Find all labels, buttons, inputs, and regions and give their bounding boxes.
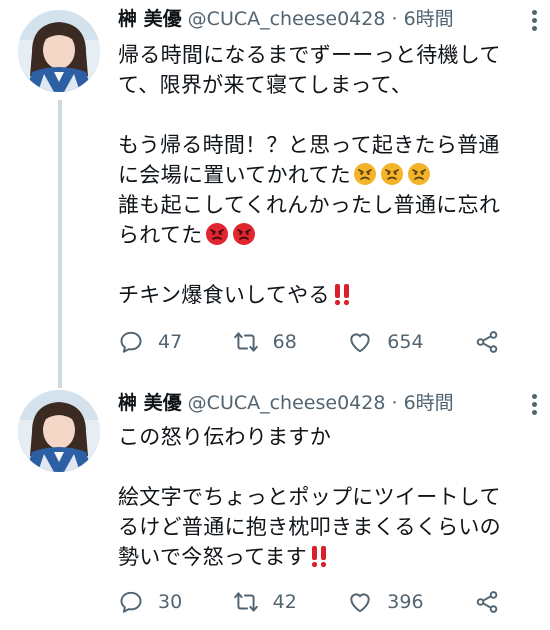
angry-face-icon bbox=[407, 162, 431, 186]
thread-line bbox=[58, 100, 62, 388]
tweet-line-text: チキン爆食いしてやる bbox=[118, 283, 330, 307]
like-count: 396 bbox=[387, 591, 424, 613]
tweet-line-with-emoji: られてた bbox=[118, 220, 538, 250]
retweet-icon bbox=[233, 592, 258, 612]
avatar-image bbox=[18, 390, 100, 472]
tweet-line-with-emoji: チキン爆食いしてやる bbox=[118, 280, 538, 310]
user-handle[interactable]: @CUCA_cheese0428 bbox=[188, 392, 386, 414]
tweet-line-with-emoji: に会場に置いてかれてた bbox=[118, 160, 538, 190]
share-icon bbox=[476, 591, 498, 613]
like-count: 654 bbox=[387, 331, 424, 353]
tweet-1[interactable]: 榊 美優 @CUCA_cheese0428 · 6時間 帰る時間になるまでずーー… bbox=[0, 0, 550, 388]
heart-icon bbox=[350, 333, 370, 353]
separator-dot: · bbox=[391, 392, 398, 414]
display-name[interactable]: 榊 美優 bbox=[118, 8, 182, 30]
angry-face-icon bbox=[380, 162, 404, 186]
tweet-line: 誰も起こしてくれんかったし普通に忘れ bbox=[118, 193, 501, 217]
tweet-2[interactable]: 榊 美優 @CUCA_cheese0428 · 6時間 この怒り伝わりますか 絵… bbox=[0, 380, 550, 630]
pouting-face-icon bbox=[205, 222, 229, 246]
retweet-count: 68 bbox=[272, 331, 297, 353]
tweet-line-with-emoji: 勢いで今怒ってます bbox=[118, 542, 538, 572]
double-exclamation-icon bbox=[332, 282, 352, 306]
tweet-text: 帰る時間になるまでずーーっと待機して て、限界が来て寝てしまって、 もう帰る時間… bbox=[118, 40, 538, 310]
tweet-line: て、限界が来て寝てしまって、 bbox=[118, 73, 413, 97]
tweet-text: この怒り伝わりますか 絵文字でちょっとポップにツイートして るけど普通に抱き枕叩… bbox=[118, 422, 538, 572]
retweet-icon bbox=[233, 332, 258, 352]
more-options-icon[interactable] bbox=[532, 394, 538, 416]
reply-count: 30 bbox=[158, 591, 183, 613]
reply-icon bbox=[120, 591, 142, 613]
display-name[interactable]: 榊 美優 bbox=[118, 392, 182, 414]
timestamp[interactable]: 6時間 bbox=[404, 8, 454, 30]
retweet-button[interactable]: 42 bbox=[233, 589, 297, 615]
like-button[interactable]: 396 bbox=[347, 589, 424, 615]
share-button[interactable] bbox=[474, 329, 500, 355]
angry-face-icon bbox=[353, 162, 377, 186]
tweet-line: るけど普通に抱き枕叩きまくるくらいの bbox=[118, 515, 501, 539]
more-options-icon[interactable] bbox=[532, 10, 538, 32]
action-bar: 47 68 654 bbox=[118, 326, 500, 358]
retweet-count: 42 bbox=[272, 591, 297, 613]
heart-icon bbox=[350, 593, 370, 613]
tweet-line bbox=[118, 100, 538, 130]
reply-count: 47 bbox=[158, 331, 183, 353]
tweet-line: 絵文字でちょっとポップにツイートして bbox=[118, 485, 501, 509]
avatar-image bbox=[18, 10, 100, 92]
reply-button[interactable]: 30 bbox=[118, 589, 182, 615]
tweet-header: 榊 美優 @CUCA_cheese0428 · 6時間 bbox=[118, 6, 510, 32]
tweet-line bbox=[118, 452, 538, 482]
reply-button[interactable]: 47 bbox=[118, 329, 182, 355]
reply-icon bbox=[120, 331, 142, 353]
action-bar: 30 42 396 bbox=[118, 586, 500, 618]
tweet-line-text: 勢いで今怒ってます bbox=[118, 545, 307, 569]
tweet-line-text: られてた bbox=[118, 223, 203, 247]
like-button[interactable]: 654 bbox=[347, 329, 424, 355]
tweet-line bbox=[118, 250, 538, 280]
tweet-header: 榊 美優 @CUCA_cheese0428 · 6時間 bbox=[118, 390, 510, 416]
pouting-face-icon bbox=[232, 222, 256, 246]
tweet-line: この怒り伝わりますか bbox=[118, 425, 331, 449]
share-button[interactable] bbox=[474, 589, 500, 615]
avatar[interactable] bbox=[18, 10, 100, 92]
tweet-line-text: に会場に置いてかれてた bbox=[118, 163, 352, 187]
retweet-button[interactable]: 68 bbox=[233, 329, 297, 355]
tweet-line: 帰る時間になるまでずーーっと待機して bbox=[118, 43, 501, 67]
double-exclamation-icon bbox=[309, 544, 329, 568]
user-handle[interactable]: @CUCA_cheese0428 bbox=[188, 8, 386, 30]
timestamp[interactable]: 6時間 bbox=[404, 392, 454, 414]
separator-dot: · bbox=[391, 8, 398, 30]
tweet-line: もう帰る時間！？と思って起きたら普通 bbox=[118, 133, 500, 157]
share-icon bbox=[476, 331, 498, 353]
avatar[interactable] bbox=[18, 390, 100, 472]
